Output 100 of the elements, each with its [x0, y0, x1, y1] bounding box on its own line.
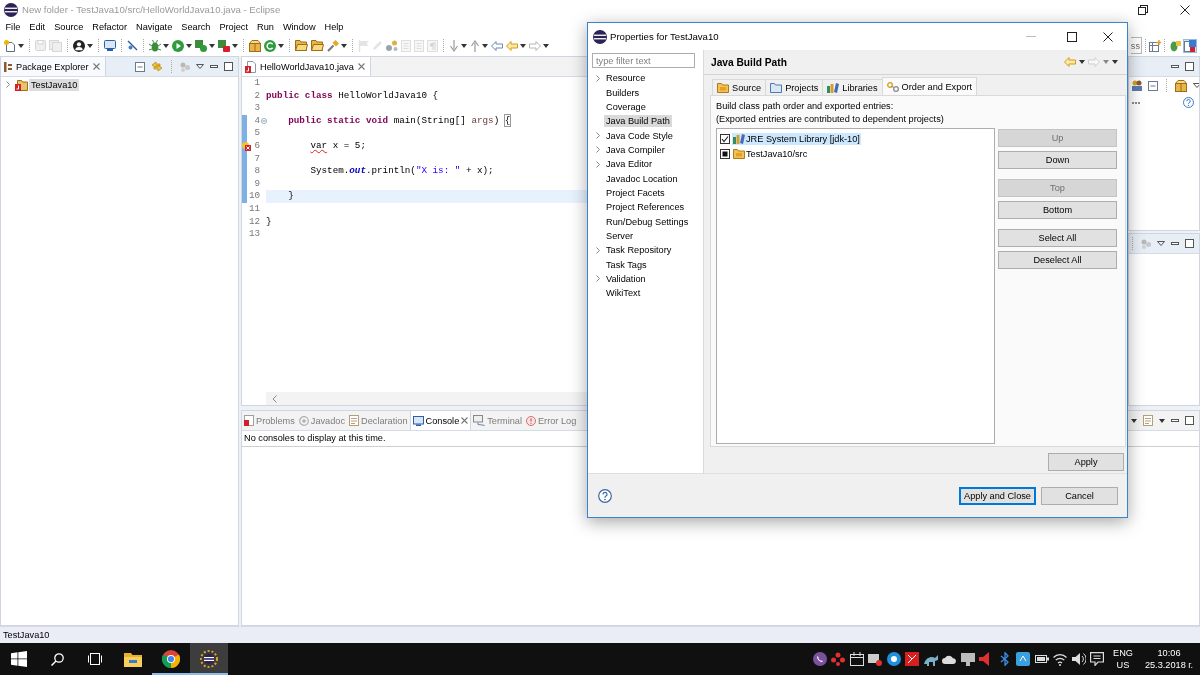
caret-icon[interactable] — [209, 43, 215, 48]
tab[interactable]: Projects — [765, 79, 824, 95]
tree-item[interactable]: Coverage — [604, 100, 648, 113]
tree-item[interactable]: TestJava10 — [29, 78, 80, 91]
filter-field[interactable]: type filter text — [592, 53, 695, 68]
menu-item[interactable]: Source — [49, 21, 88, 33]
caret-icon[interactable] — [186, 43, 192, 48]
maximize-icon[interactable] — [1067, 31, 1077, 42]
tree-item[interactable]: Validation — [604, 273, 648, 285]
monitor-icon[interactable] — [104, 40, 116, 51]
maximize-icon[interactable] — [1185, 239, 1194, 248]
caret-icon[interactable] — [278, 43, 284, 48]
cancel-button[interactable]: Cancel — [1041, 486, 1118, 505]
taskbar-button[interactable] — [190, 643, 228, 675]
view-menu-icon[interactable] — [1157, 241, 1165, 246]
minimize-icon[interactable] — [210, 65, 218, 68]
language-label[interactable]: ENG — [1113, 647, 1133, 659]
chevron-icon[interactable] — [596, 146, 600, 154]
dots-icon[interactable] — [386, 40, 398, 51]
minimize-icon[interactable] — [1171, 419, 1179, 422]
error-marker-icon[interactable] — [242, 141, 251, 151]
tree-item[interactable]: Java Editor — [604, 158, 654, 171]
editor-tab[interactable]: HelloWorldJava10.java — [242, 57, 371, 76]
tree-item[interactable]: Task Tags — [604, 258, 649, 271]
view-tab[interactable]: Javadoc — [296, 411, 348, 430]
bottom-button[interactable]: Bottom — [998, 201, 1117, 219]
menu-item[interactable]: Run — [252, 21, 279, 33]
view-menu-icon[interactable] — [1193, 83, 1199, 88]
people-icon[interactable] — [1132, 80, 1142, 91]
menu-item[interactable]: Project — [214, 21, 253, 33]
caret-icon[interactable] — [163, 43, 169, 48]
menu-item[interactable]: Navigate — [131, 21, 177, 33]
tab[interactable]: Libraries — [822, 79, 883, 95]
perspective-button[interactable] — [1183, 38, 1197, 53]
collapse-icon[interactable] — [135, 61, 145, 72]
chevron-icon[interactable] — [6, 81, 10, 88]
phone-bubble-icon[interactable] — [812, 652, 827, 666]
view-tab[interactable]: Terminal — [471, 411, 524, 430]
tab[interactable]: Source — [712, 79, 767, 95]
wifi-icon[interactable] — [1053, 652, 1067, 666]
caret-icon[interactable] — [232, 43, 238, 48]
calendar-icon[interactable] — [849, 652, 864, 666]
notification-icon[interactable] — [1090, 652, 1104, 666]
deselect-all-button[interactable]: Deselect All — [998, 251, 1117, 269]
search-field[interactable]: ss — [1130, 37, 1142, 54]
tree-item[interactable]: Project References — [604, 201, 687, 214]
caret-icon[interactable] — [18, 43, 24, 48]
help-icon[interactable] — [598, 488, 612, 503]
view-menu-icon[interactable] — [196, 64, 204, 69]
chevron-icon[interactable] — [596, 74, 600, 82]
package-icon[interactable] — [1175, 79, 1187, 92]
chevron-icon[interactable] — [596, 132, 600, 140]
date-label[interactable]: 25.3.2018 г. — [1144, 659, 1194, 671]
tree-item[interactable]: Run/Debug Settings — [604, 215, 691, 228]
dots-icon[interactable] — [831, 652, 845, 666]
monitor-icon[interactable] — [960, 652, 975, 666]
minimize-icon[interactable] — [1171, 65, 1179, 68]
tree-item[interactable]: Java Build Path — [604, 115, 672, 128]
package-icon[interactable] — [249, 39, 261, 52]
bug-icon[interactable] — [149, 39, 161, 52]
flashlight-icon[interactable] — [327, 39, 339, 52]
tab[interactable]: Order and Export — [881, 77, 978, 95]
minimize-icon[interactable] — [1171, 242, 1179, 245]
caret-icon[interactable] — [461, 43, 467, 48]
perspective-button[interactable] — [1168, 38, 1182, 53]
help-icon[interactable] — [1183, 97, 1194, 108]
menu-item[interactable]: Search — [176, 21, 215, 33]
new-file-icon[interactable] — [4, 39, 16, 52]
tree-item[interactable]: Resource — [604, 72, 648, 85]
close-icon[interactable] — [1180, 4, 1190, 15]
tree-item[interactable]: Javadoc Location — [604, 172, 680, 185]
folder-icon[interactable] — [311, 40, 324, 51]
chevron-icon[interactable] — [596, 275, 600, 283]
person-icon[interactable] — [73, 39, 85, 52]
caret-icon[interactable] — [543, 43, 549, 48]
chevron-icon[interactable] — [596, 160, 600, 168]
view-tab[interactable]: Problems — [242, 411, 297, 430]
dots-icon[interactable] — [1141, 238, 1151, 249]
shapes-icon[interactable] — [195, 39, 207, 52]
tree-item[interactable]: Task Repository — [604, 244, 674, 257]
tree-item[interactable]: Java Compiler — [604, 143, 667, 156]
page-icon[interactable] — [1143, 415, 1153, 426]
view-tab[interactable]: Console — [409, 411, 472, 430]
checkbox[interactable] — [720, 148, 730, 159]
table-plus-icon[interactable] — [1149, 39, 1161, 52]
checkbox[interactable] — [720, 133, 730, 144]
caret-icon[interactable] — [482, 43, 488, 48]
down-button[interactable]: Down — [998, 151, 1117, 169]
caret-icon[interactable] — [341, 43, 347, 48]
select-all-button[interactable]: Select All — [998, 229, 1117, 247]
speaker-icon[interactable] — [1071, 652, 1086, 666]
collapse-icon[interactable] — [1148, 80, 1158, 91]
menu-item[interactable]: Edit — [24, 21, 50, 33]
app-tile-icon[interactable] — [1016, 652, 1030, 666]
battery-icon[interactable] — [1034, 652, 1049, 666]
maximize-icon[interactable] — [1185, 416, 1194, 425]
tree-item[interactable]: Server — [604, 229, 636, 242]
chevron-icon[interactable] — [596, 246, 600, 254]
view-tab[interactable]: Error Log — [523, 411, 579, 430]
tree-item[interactable]: Project Facets — [604, 186, 667, 199]
